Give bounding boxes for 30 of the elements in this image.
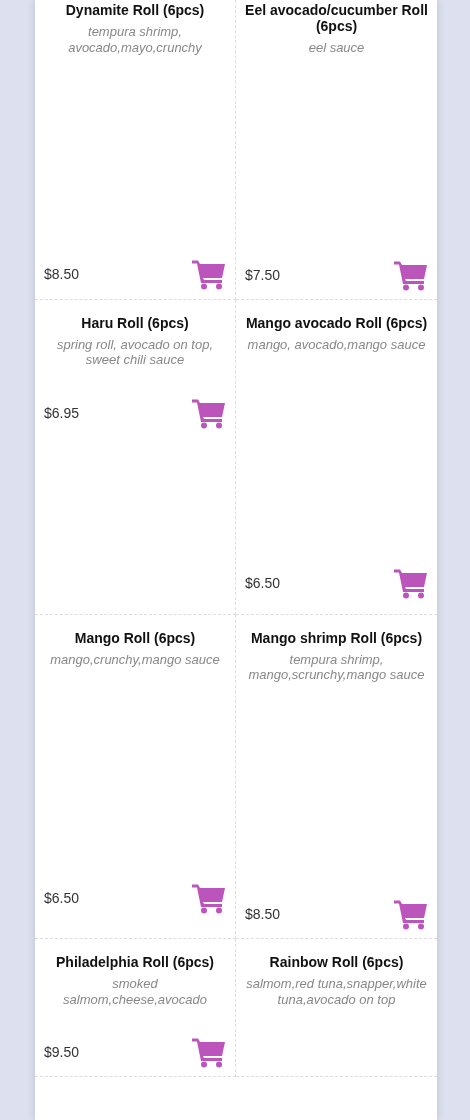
item-description: smoked salmom,cheese,avocado xyxy=(62,976,208,1008)
item-description: eel sauce xyxy=(307,40,366,56)
item-price: $9.50 xyxy=(44,1043,80,1063)
item-name: Dynamite Roll (6pcs) xyxy=(64,2,206,19)
add-to-cart-icon[interactable] xyxy=(192,398,226,430)
add-to-cart-icon[interactable] xyxy=(192,1037,226,1069)
item-name: Haru Roll (6pcs) xyxy=(80,314,190,331)
add-to-cart-icon[interactable] xyxy=(192,259,226,291)
item-name: Mango avocado Roll (6pcs) xyxy=(245,314,428,331)
add-to-cart-icon[interactable] xyxy=(394,568,428,600)
item-description: salmom,red tuna,snapper,white tuna,avocado on top xyxy=(245,976,428,1008)
add-to-cart-icon[interactable] xyxy=(192,883,226,915)
item-description: spring roll, avocado on top, sweet chili sauce xyxy=(55,336,215,369)
item-price: $6.50 xyxy=(44,889,80,909)
item-description: mango,crunchy,mango sauce xyxy=(49,651,221,668)
item-price: $8.50 xyxy=(245,905,281,925)
item-price: $6.50 xyxy=(245,574,281,594)
item-description: tempura shrimp, avocado,mayo,crunchy xyxy=(67,24,203,56)
item-description: mango, avocado,mango sauce xyxy=(246,336,427,353)
add-to-cart-icon[interactable] xyxy=(394,259,428,291)
item-name: Mango Roll (6pcs) xyxy=(73,629,197,646)
item-price: $6.95 xyxy=(44,404,80,424)
item-name: Eel avocado/cucumber Roll (6pcs) xyxy=(245,2,428,35)
item-name: Rainbow Roll (6pcs) xyxy=(268,954,405,971)
add-to-cart-icon[interactable] xyxy=(394,899,428,931)
item-description: tempura shrimp, mango,scrunchy,mango sauce xyxy=(247,651,426,684)
item-price: $8.50 xyxy=(44,265,80,285)
item-name: Mango shrimp Roll (6pcs) xyxy=(249,629,424,646)
item-name: Philadelphia Roll (6pcs) xyxy=(55,954,215,971)
item-price: $7.50 xyxy=(245,265,281,285)
